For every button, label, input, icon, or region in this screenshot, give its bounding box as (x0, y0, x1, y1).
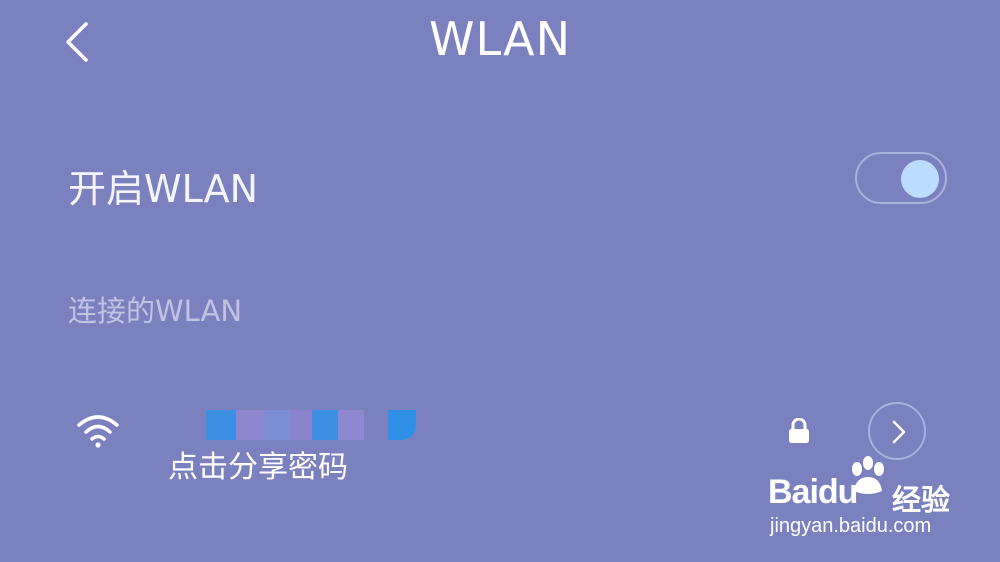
wlan-toggle[interactable] (855, 152, 947, 204)
watermark-brand: 经验 (892, 483, 951, 517)
watermark-url: jingyan.baidu.com (770, 515, 932, 537)
chevron-right-icon (892, 420, 906, 444)
share-password-text: 点击分享密码 (168, 450, 348, 485)
connected-wlan-section-label: 连接的WLAN (68, 294, 243, 328)
wifi-icon (77, 415, 119, 448)
watermark-logo: Baidu (768, 473, 858, 511)
lock-icon (789, 418, 809, 443)
network-detail-button[interactable] (868, 402, 926, 460)
toggle-knob (901, 160, 939, 198)
baidu-jingyan-watermark: Baidu 经验 jingyan.baidu.com (768, 455, 968, 555)
wlan-switch-label: 开启WLAN (68, 167, 259, 211)
ssid-mosaic (206, 410, 416, 440)
paw-icon (852, 456, 884, 494)
page-title: WLAN (428, 12, 572, 66)
